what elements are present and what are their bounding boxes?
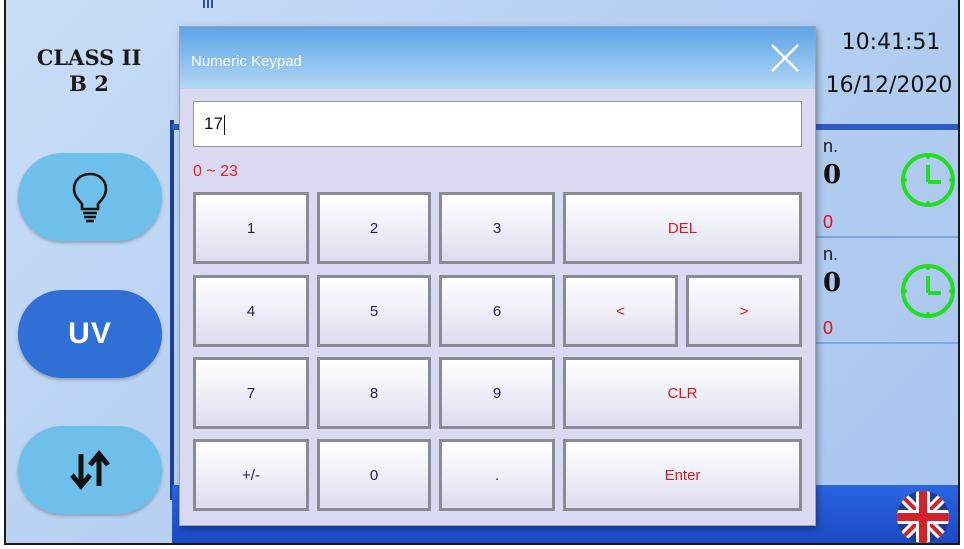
row-sub-value: 0 [823,318,834,338]
plus-minus-button[interactable]: +/- [193,439,309,511]
key-1[interactable]: 1 [193,192,309,264]
panel-divider [170,120,174,500]
up-down-arrows-icon [70,450,110,490]
cabinet-class: CLASS II B 2 [6,45,172,97]
status-indicator-icon [203,0,213,8]
row-sub-value: 0 [823,212,834,232]
key-7[interactable]: 7 [193,357,309,429]
left-panel: CLASS II B 2 UV [6,0,172,543]
key-5[interactable]: 5 [317,275,431,347]
row-unit: n. [823,136,839,156]
key-4[interactable]: 4 [193,275,309,347]
row-value: 0 [823,160,842,190]
clear-button[interactable]: CLR [563,357,802,429]
airflow-button[interactable] [18,426,162,514]
delete-button[interactable]: DEL [563,192,802,264]
enter-button[interactable]: Enter [563,439,802,511]
dialog-header: Numeric Keypad [180,27,815,89]
keypad-input[interactable]: 17 [193,101,802,147]
key-9[interactable]: 9 [439,357,555,429]
class-type: B 2 [69,71,109,96]
key-3[interactable]: 3 [439,192,555,264]
class-label: CLASS II [36,45,142,70]
key-6[interactable]: 6 [439,275,555,347]
text-caret [223,114,225,135]
decimal-point-button[interactable]: . [439,439,555,511]
numeric-keypad-dialog: Numeric Keypad 17 0 ~ 23 1 2 3 DEL 4 5 6… [179,26,816,526]
row-unit: n. [823,244,839,264]
uv-label: UV [68,317,112,350]
uv-button[interactable]: UV [18,290,162,378]
cursor-left-button[interactable]: < [563,275,678,347]
key-8[interactable]: 8 [317,357,431,429]
key-0[interactable]: 0 [317,439,431,511]
clock-icon[interactable] [899,151,957,209]
clock-icon[interactable] [899,262,957,320]
light-button[interactable] [18,153,162,241]
dialog-title: Numeric Keypad [191,53,302,70]
uk-flag-icon[interactable] [896,490,950,544]
key-2[interactable]: 2 [317,192,431,264]
close-icon[interactable] [768,41,802,75]
cursor-right-button[interactable]: > [686,275,802,347]
clock: 10:41:51 [841,30,941,55]
lightbulb-icon [72,172,108,223]
date: 16/12/2020 [825,73,953,98]
row-value: 0 [823,268,842,298]
input-value: 17 [204,114,223,133]
range-hint: 0 ~ 23 [193,163,238,180]
